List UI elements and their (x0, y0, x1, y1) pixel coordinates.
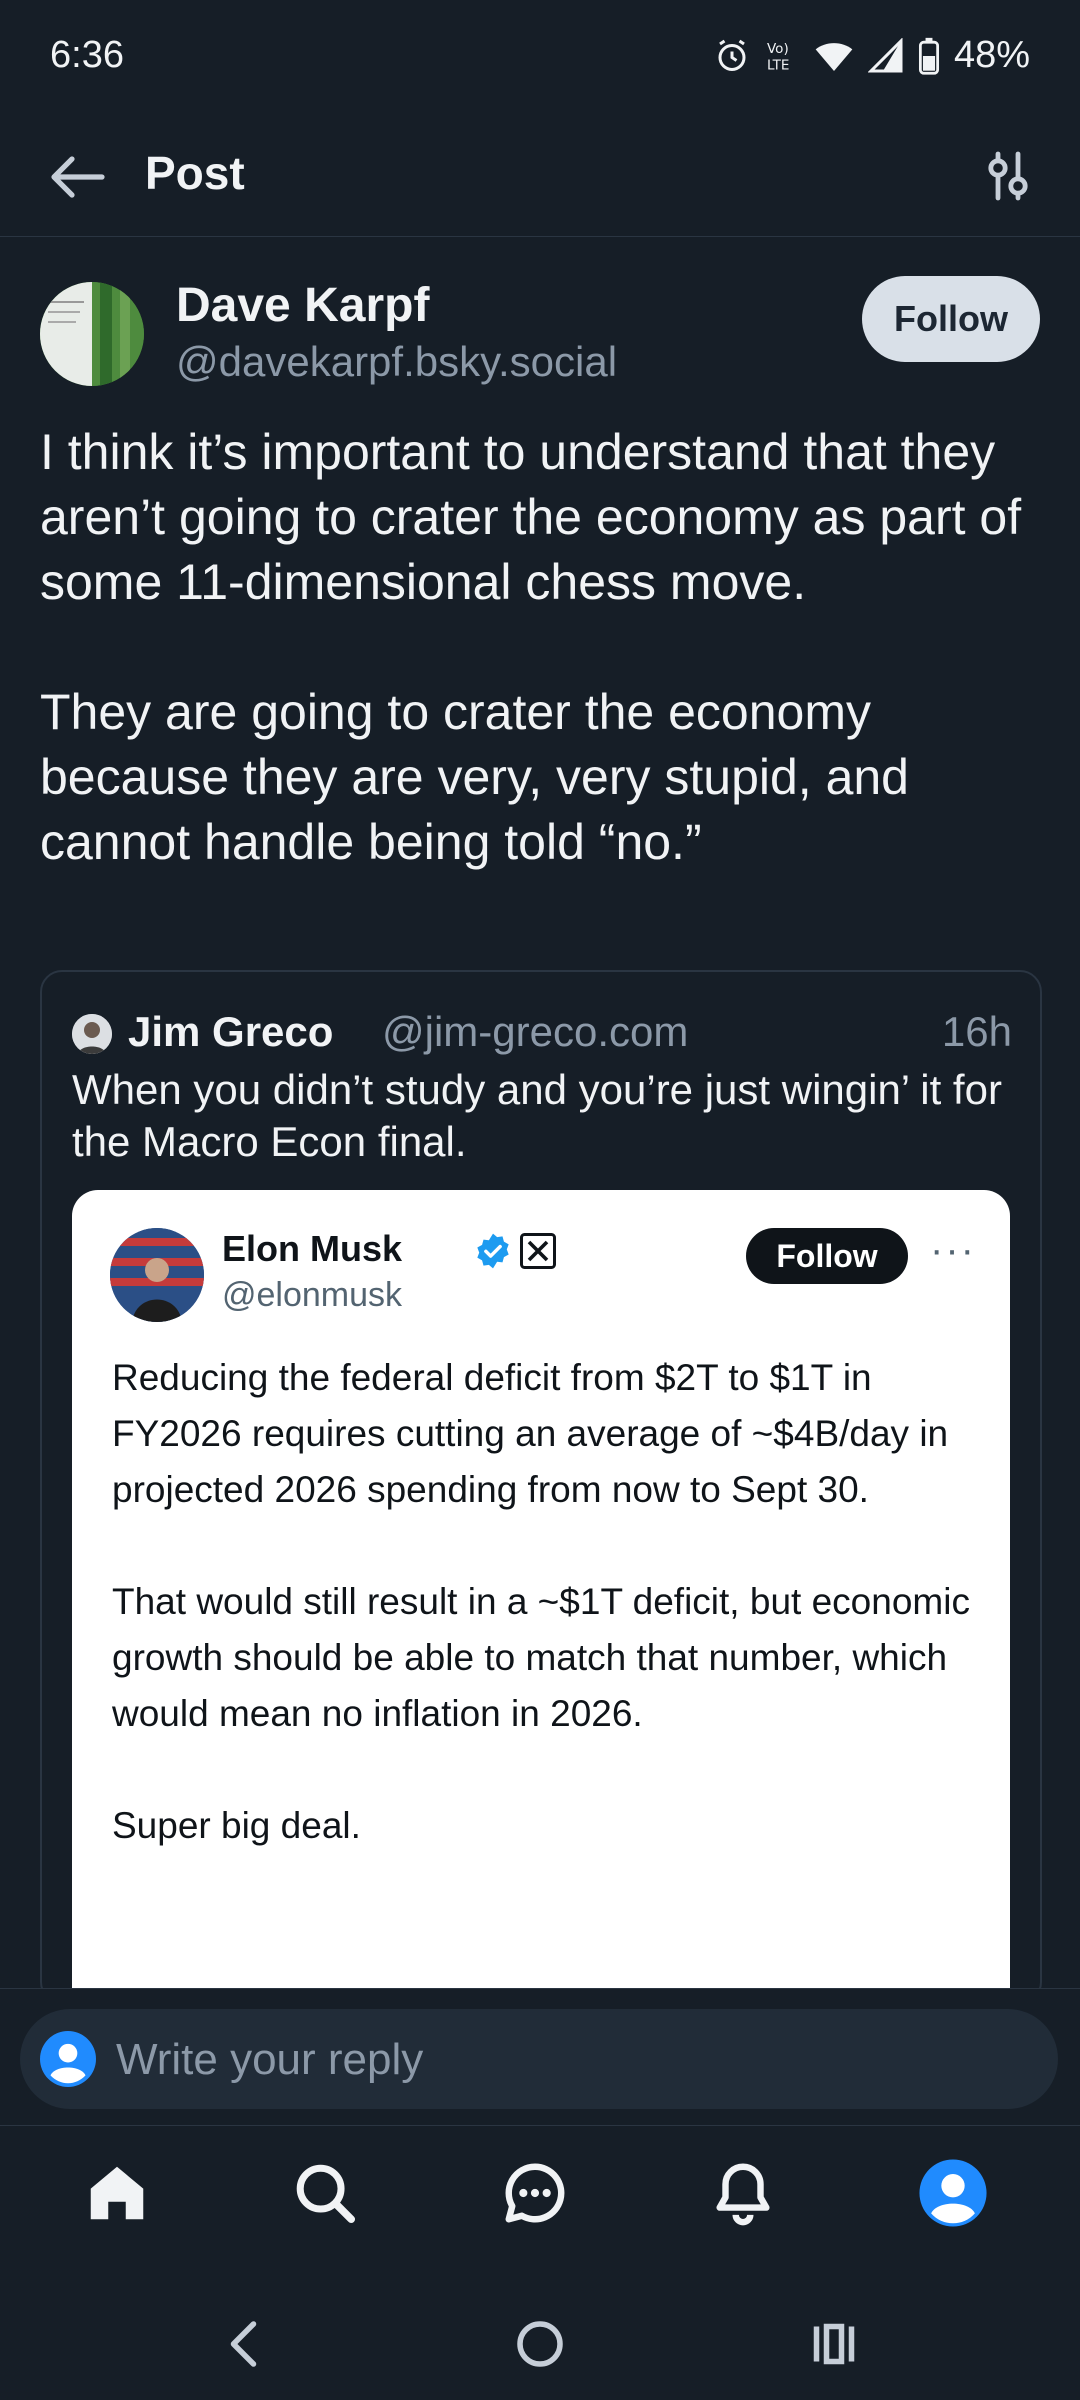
tweet-paragraph: That would still result in a ~$1T defici… (112, 1581, 970, 1734)
svg-text:Vo): Vo) (767, 41, 789, 57)
nav-recents-icon[interactable] (804, 2314, 864, 2374)
reply-placeholder: Write your reply (116, 2035, 424, 2084)
volte-icon: Vo)LTE (767, 41, 789, 74)
author-name[interactable]: Dave Karpf (176, 278, 429, 333)
reply-input[interactable]: Write your reply (20, 2009, 1058, 2109)
status-time: 6:36 (50, 34, 124, 76)
post-body: I think it’s important to understand tha… (40, 420, 1040, 875)
quote-text: When you didn’t study and you’re just wi… (72, 1066, 1002, 1165)
system-nav-bar (0, 2280, 1080, 2400)
tweet-author-handle: @elonmusk (222, 1276, 403, 1314)
bell-icon[interactable] (708, 2158, 778, 2228)
signal-icon (867, 37, 903, 72)
search-icon[interactable] (290, 2158, 360, 2228)
author-avatar[interactable] (40, 282, 144, 386)
chat-icon[interactable] (500, 2158, 570, 2228)
top-header: Post (0, 116, 1080, 237)
alarm-icon (718, 39, 746, 71)
quoted-post-header: Jim Greco @jim-greco.com 16h (72, 1004, 1012, 1064)
post-author: Dave Karpf @davekarpf.bsky.social Follow (40, 268, 1040, 398)
post-paragraph: I think it’s important to understand tha… (40, 424, 1022, 610)
back-arrow-icon[interactable] (46, 152, 106, 202)
tweet-body: Reducing the federal deficit from $2T to… (112, 1350, 982, 1854)
wifi-icon (815, 42, 853, 71)
tweet-author-avatar (110, 1228, 204, 1322)
follow-button[interactable]: Follow (862, 276, 1040, 362)
tweet-author-name: Elon Musk (222, 1228, 403, 1269)
page-title: Post (145, 147, 245, 199)
svg-text:LTE: LTE (767, 57, 789, 73)
user-avatar-icon (40, 2031, 96, 2087)
quote-timestamp: 16h (941, 1008, 1012, 1055)
home-icon[interactable] (82, 2158, 152, 2228)
quote-author-handle: @jim-greco.com (382, 1008, 689, 1055)
embedded-tweet-image[interactable]: Elon Musk @elonmusk Follow ··· Reducing … (72, 1190, 1010, 2002)
tweet-paragraph: Super big deal. (112, 1805, 361, 1846)
status-icons: Vo) LTE 48% (714, 34, 1030, 77)
tweet-paragraph: Reducing the federal deficit from $2T to… (112, 1357, 949, 1510)
post-paragraph: They are going to crater the economy bec… (40, 684, 909, 870)
profile-icon[interactable] (918, 2158, 988, 2228)
battery-level: 48% (953, 34, 1030, 76)
status-bar: 6:36 Vo) LTE 48% (0, 0, 1080, 116)
nav-home-icon[interactable] (510, 2314, 570, 2374)
tweet-badges (474, 1232, 556, 1270)
quote-author-name: Jim Greco (128, 1008, 334, 1055)
author-handle[interactable]: @davekarpf.bsky.social (176, 338, 617, 386)
quote-author-avatar (72, 1014, 112, 1054)
bottom-tab-bar (0, 2124, 1080, 2264)
quoted-post[interactable]: Jim Greco @jim-greco.com 16h When you di… (40, 970, 1042, 2004)
more-options-icon: ··· (930, 1228, 976, 1272)
battery-icon (918, 37, 939, 75)
reply-bar: Write your reply (0, 1988, 1080, 2126)
tweet-follow-button: Follow (746, 1228, 908, 1284)
filter-settings-icon[interactable] (982, 150, 1034, 202)
nav-back-icon[interactable] (216, 2314, 276, 2374)
verified-badge-icon (477, 1233, 509, 1269)
x-logo-icon (520, 1233, 556, 1269)
